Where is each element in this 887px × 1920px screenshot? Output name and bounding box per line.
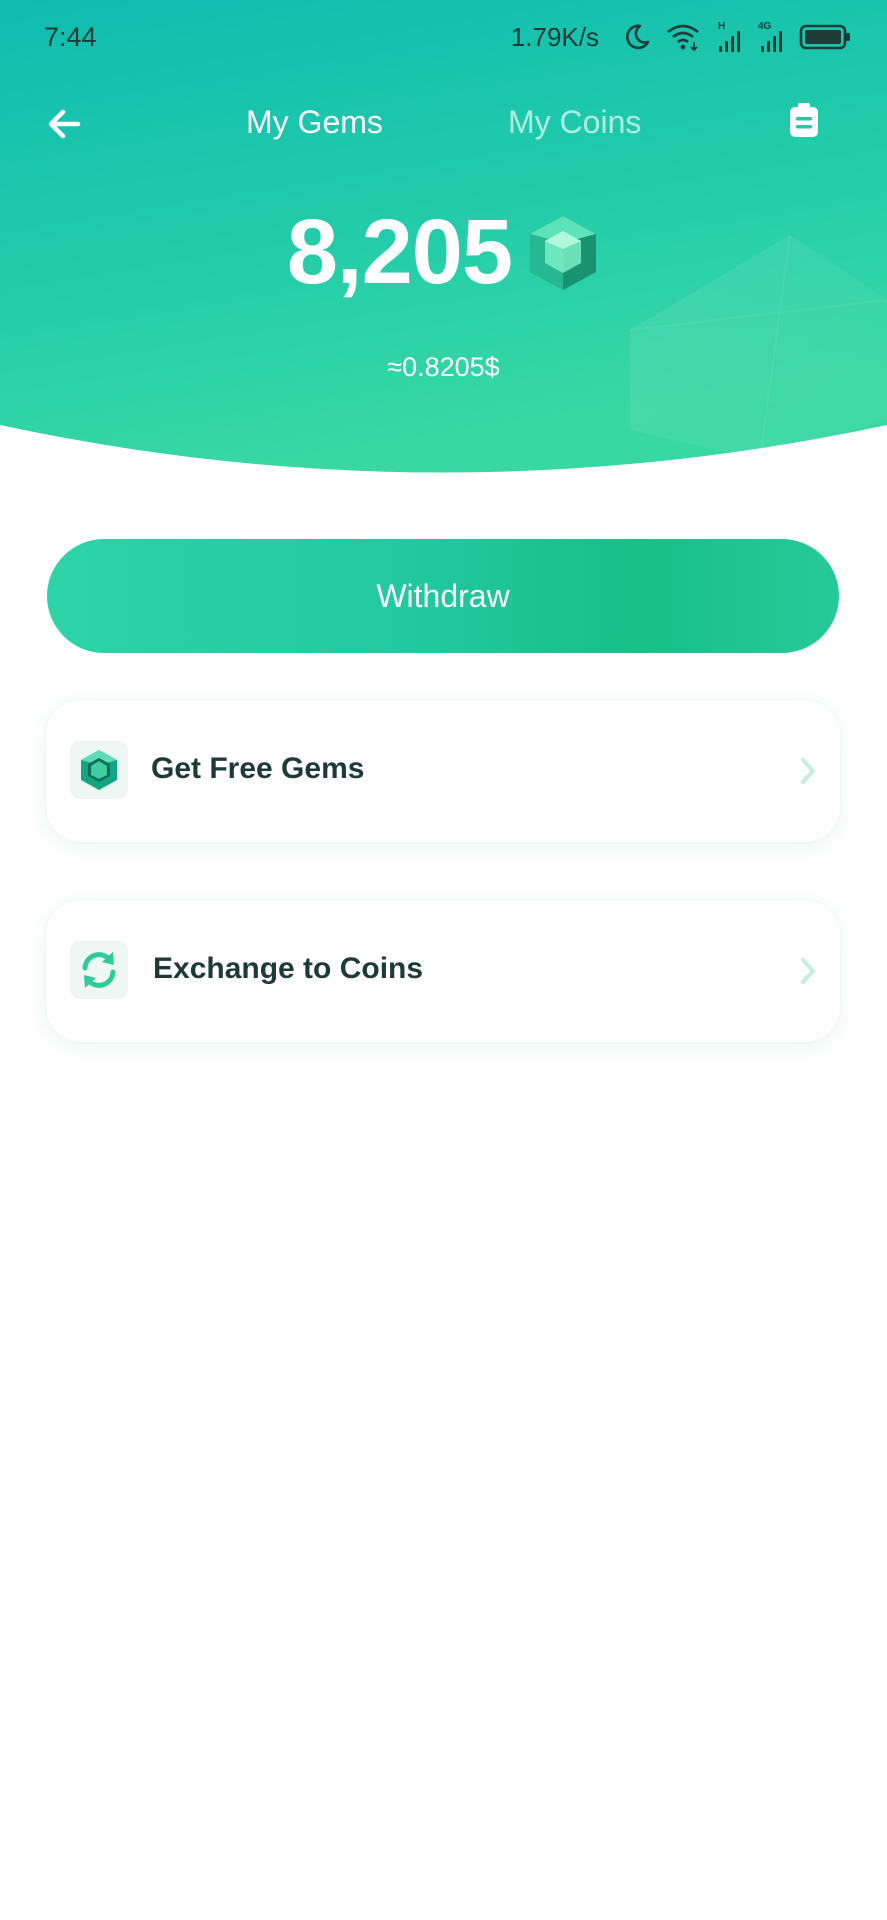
battery-icon <box>799 24 850 50</box>
gem-balance: 8,205 <box>0 200 887 305</box>
tab-my-gems[interactable]: My Gems <box>246 104 383 141</box>
withdraw-label: Withdraw <box>376 577 510 614</box>
svg-text:4G: 4G <box>758 21 772 32</box>
moon-icon <box>625 24 650 50</box>
signal-h-icon: H <box>718 21 740 52</box>
exchange-to-coins-item[interactable]: Exchange to Coins <box>46 900 840 1042</box>
wifi-icon <box>667 24 699 52</box>
status-time: 7:44 <box>44 22 97 52</box>
gem-icon-container <box>70 741 128 799</box>
gem-icon <box>81 750 117 790</box>
clipboard-icon[interactable] <box>789 102 819 138</box>
status-icons: 1.79K/s H 4G <box>511 20 851 54</box>
balance-value: 8,205 <box>286 201 513 303</box>
refresh-icon <box>82 952 116 988</box>
gems-screen: 7:44 1.79K/s H 4G My Gems My Coins 8,205… <box>0 0 887 1920</box>
top-nav: My Gems My Coins <box>0 96 887 152</box>
signal-4g-icon: 4G <box>758 21 782 52</box>
refresh-icon-container <box>70 941 128 999</box>
balance-usd-equivalent: ≈0.8205$ <box>387 352 500 382</box>
withdraw-button[interactable]: Withdraw <box>47 539 839 653</box>
chevron-right-icon <box>801 958 815 984</box>
status-bar: 7:44 1.79K/s H 4G <box>0 0 887 76</box>
gem-icon <box>530 215 597 290</box>
get-free-gems-label: Get Free Gems <box>151 752 365 785</box>
arrow-left-icon[interactable] <box>44 104 84 144</box>
exchange-to-coins-label: Exchange to Coins <box>153 952 424 985</box>
svg-text:H: H <box>718 21 725 32</box>
get-free-gems-item[interactable]: Get Free Gems <box>46 700 840 842</box>
chevron-right-icon <box>801 758 815 784</box>
network-speed: 1.79K/s <box>510 21 599 52</box>
tab-my-coins[interactable]: My Coins <box>508 104 641 141</box>
